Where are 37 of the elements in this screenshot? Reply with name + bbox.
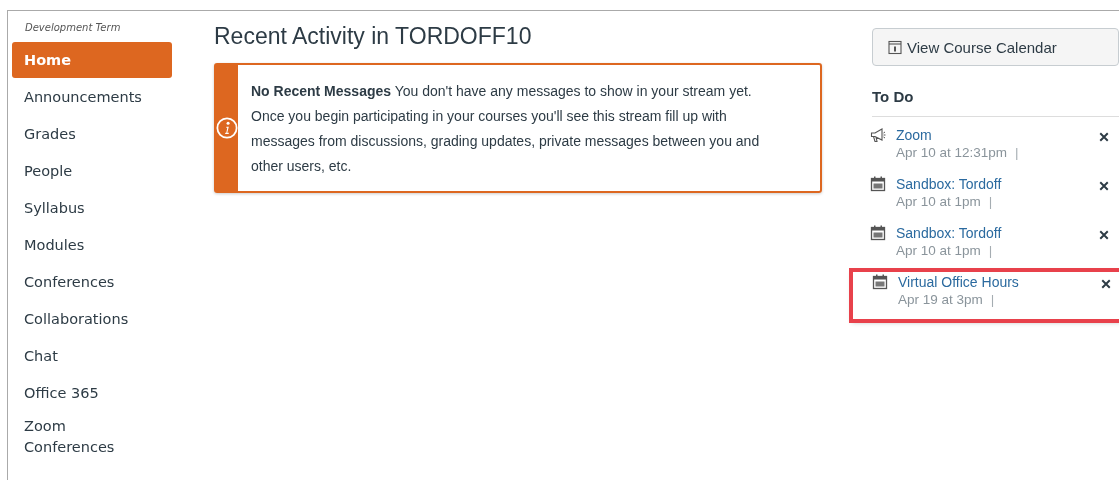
nav-link[interactable]: Syllabus xyxy=(12,191,177,228)
todo-date: Apr 10 at 1pm xyxy=(896,242,981,260)
nav-link[interactable]: People xyxy=(12,154,177,191)
megaphone-icon xyxy=(870,127,886,143)
close-icon[interactable] xyxy=(1098,131,1110,143)
close-icon[interactable] xyxy=(1098,229,1110,241)
todo-date: Apr 19 at 3pm xyxy=(898,291,983,309)
calendar-icon xyxy=(887,39,903,55)
page-title: Recent Activity in TORDOFF10 xyxy=(214,22,533,50)
calendar-icon xyxy=(872,274,888,290)
nav-link[interactable]: Modules xyxy=(12,228,177,265)
nav-link[interactable]: Collaborations xyxy=(12,302,177,339)
nav-link[interactable]: Chat xyxy=(12,339,177,376)
todo-date: Apr 10 at 1pm xyxy=(896,193,981,211)
todo-link[interactable]: Virtual Office Hours xyxy=(898,274,1100,290)
section-heading: To Do xyxy=(872,88,1119,117)
nav-link[interactable]: Announcements xyxy=(12,80,177,117)
calendar-icon xyxy=(870,176,886,192)
view-calendar-button[interactable]: View Course Calendar xyxy=(872,28,1119,66)
calendar-icon xyxy=(870,225,886,241)
todo-date: Apr 10 at 12:31pm xyxy=(896,144,1008,162)
close-icon[interactable] xyxy=(1100,278,1112,290)
close-icon[interactable] xyxy=(1098,180,1110,192)
separator: | xyxy=(988,193,993,211)
term-label: Development Term xyxy=(24,22,122,35)
info-icon xyxy=(216,117,238,139)
todo-link[interactable]: Zoom xyxy=(896,127,1098,143)
separator: | xyxy=(1015,144,1019,162)
nav-link[interactable]: Zoom Conferences xyxy=(12,413,132,459)
todo-link[interactable]: Sandbox: Tordoff xyxy=(896,176,1098,192)
nav-link[interactable]: Grades xyxy=(12,117,177,154)
separator: | xyxy=(990,291,995,309)
separator: | xyxy=(988,242,993,260)
nav-link[interactable]: Office 365 xyxy=(12,376,177,413)
nav-link[interactable]: Conferences xyxy=(12,265,177,302)
todo-link[interactable]: Sandbox: Tordoff xyxy=(896,225,1098,241)
alert-message: No Recent Messages You don't have any messages to show in your stream yet. Once you begin participating in your courses you'll see this stream fill up with messages from discussions, grading updates, private messages between you and other users, etc. xyxy=(250,82,761,176)
